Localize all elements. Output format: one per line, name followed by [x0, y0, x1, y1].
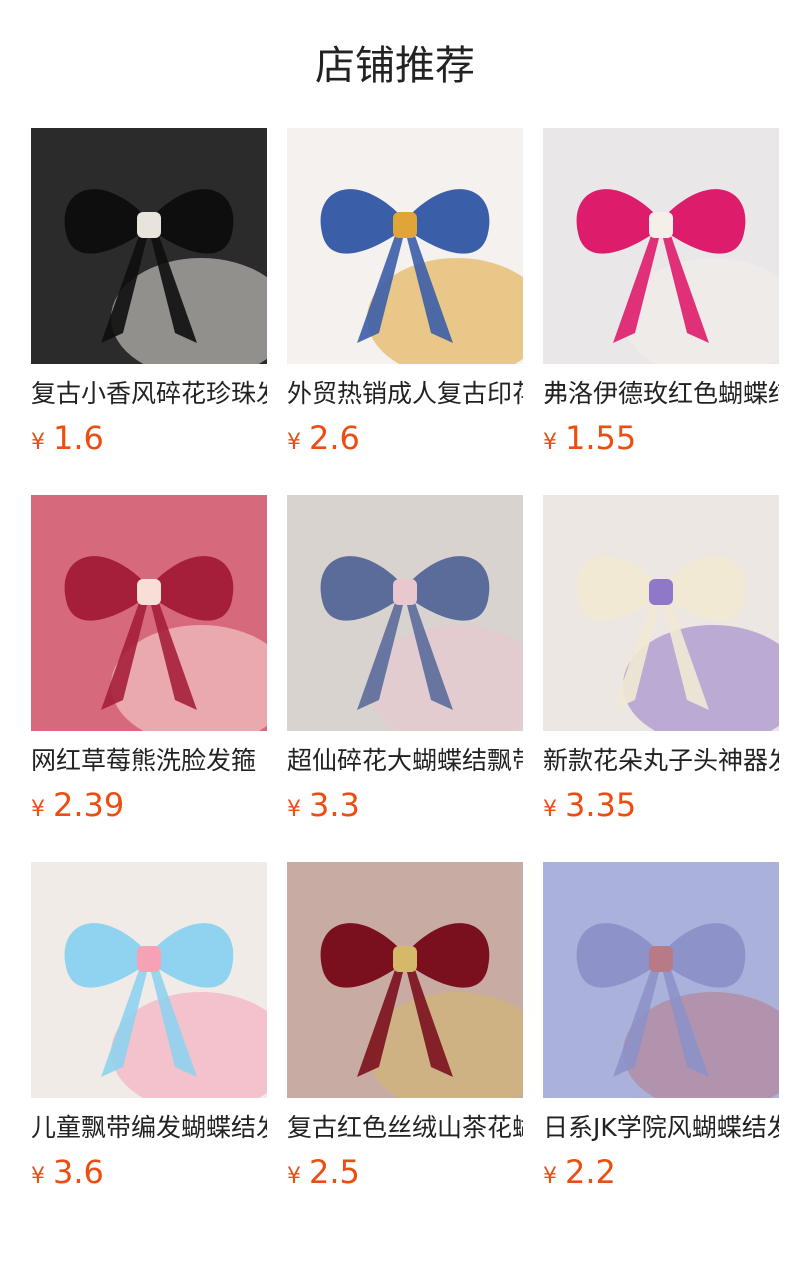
product-price: ¥2.5 — [287, 1152, 523, 1192]
product-image[interactable] — [287, 862, 523, 1098]
product-price: ¥3.35 — [543, 785, 779, 825]
currency-symbol: ¥ — [543, 797, 557, 822]
product-price: ¥1.6 — [31, 418, 267, 458]
price-value: 3.35 — [565, 786, 637, 824]
product-card[interactable]: 新款花朵丸子头神器发圈 ¥3.35 — [543, 495, 779, 862]
bow-illustration — [287, 495, 523, 731]
price-value: 2.5 — [309, 1153, 360, 1191]
product-image[interactable] — [543, 128, 779, 364]
product-card[interactable]: 外贸热销成人复古印花 ¥2.6 — [287, 128, 523, 495]
product-image[interactable] — [287, 495, 523, 731]
product-card[interactable]: 儿童飘带编发蝴蝶结发夹 ¥3.6 — [31, 862, 267, 1229]
price-value: 3.6 — [53, 1153, 104, 1191]
product-grid: 复古小香风碎花珍珠发夹 ¥1.6 外贸热销成人复古印花 ¥2.6 弗洛伊德玫红色… — [31, 128, 779, 1229]
product-card[interactable]: 网红草莓熊洗脸发箍 ¥2.39 — [31, 495, 267, 862]
product-card[interactable]: 复古小香风碎花珍珠发夹 ¥1.6 — [31, 128, 267, 495]
product-card[interactable]: 复古红色丝绒山茶花蝴蝶结 ¥2.5 — [287, 862, 523, 1229]
product-price: ¥2.6 — [287, 418, 523, 458]
product-name[interactable]: 日系JK学院风蝴蝶结发夹 — [543, 1112, 779, 1144]
product-name[interactable]: 弗洛伊德玫红色蝴蝶结 — [543, 378, 779, 410]
bow-illustration — [287, 128, 523, 364]
price-value: 1.6 — [53, 419, 104, 457]
currency-symbol: ¥ — [287, 1164, 301, 1189]
product-image[interactable] — [31, 495, 267, 731]
price-value: 2.6 — [309, 419, 360, 457]
product-name[interactable]: 新款花朵丸子头神器发圈 — [543, 745, 779, 777]
bow-illustration — [543, 495, 779, 731]
product-name[interactable]: 外贸热销成人复古印花 — [287, 378, 523, 410]
product-price: ¥3.6 — [31, 1152, 267, 1192]
product-card[interactable]: 日系JK学院风蝴蝶结发夹 ¥2.2 — [543, 862, 779, 1229]
page-title: 店铺推荐 — [315, 43, 475, 89]
product-image[interactable] — [287, 128, 523, 364]
product-name[interactable]: 复古红色丝绒山茶花蝴蝶结 — [287, 1112, 523, 1144]
price-value: 1.55 — [565, 419, 637, 457]
bow-illustration — [31, 128, 267, 364]
product-price: ¥3.3 — [287, 785, 523, 825]
price-value: 2.2 — [565, 1153, 616, 1191]
product-image[interactable] — [543, 495, 779, 731]
product-name[interactable]: 复古小香风碎花珍珠发夹 — [31, 378, 267, 410]
currency-symbol: ¥ — [31, 797, 45, 822]
product-image[interactable] — [543, 862, 779, 1098]
product-card[interactable]: 超仙碎花大蝴蝶结飘带 ¥3.3 — [287, 495, 523, 862]
currency-symbol: ¥ — [31, 430, 45, 455]
bow-illustration — [543, 128, 779, 364]
currency-symbol: ¥ — [543, 430, 557, 455]
product-name[interactable]: 网红草莓熊洗脸发箍 — [31, 745, 267, 777]
bow-illustration — [543, 862, 779, 1098]
currency-symbol: ¥ — [543, 1164, 557, 1189]
currency-symbol: ¥ — [31, 1164, 45, 1189]
bow-illustration — [31, 495, 267, 731]
product-card[interactable]: 弗洛伊德玫红色蝴蝶结 ¥1.55 — [543, 128, 779, 495]
product-price: ¥2.2 — [543, 1152, 779, 1192]
product-price: ¥1.55 — [543, 418, 779, 458]
currency-symbol: ¥ — [287, 797, 301, 822]
product-image[interactable] — [31, 128, 267, 364]
product-image[interactable] — [31, 862, 267, 1098]
product-name[interactable]: 儿童飘带编发蝴蝶结发夹 — [31, 1112, 267, 1144]
bow-illustration — [31, 862, 267, 1098]
product-name[interactable]: 超仙碎花大蝴蝶结飘带 — [287, 745, 523, 777]
price-value: 3.3 — [309, 786, 360, 824]
price-value: 2.39 — [53, 786, 125, 824]
currency-symbol: ¥ — [287, 430, 301, 455]
product-price: ¥2.39 — [31, 785, 267, 825]
bow-illustration — [287, 862, 523, 1098]
